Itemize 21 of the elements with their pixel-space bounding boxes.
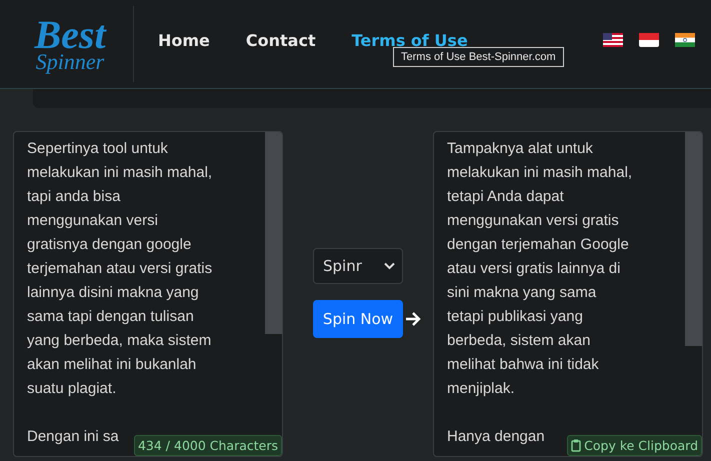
character-counter: 434 / 4000 Characters bbox=[134, 435, 282, 456]
chevron-down-icon bbox=[384, 262, 395, 270]
input-paragraph: Dengan ini sa bbox=[27, 427, 119, 447]
spinner-select[interactable]: Spinr bbox=[313, 248, 403, 284]
spin-now-button[interactable]: Spin Now bbox=[313, 300, 403, 338]
nav-link[interactable]: Home bbox=[158, 30, 210, 50]
copy-to-clipboard-button[interactable]: Copy ke Clipboard bbox=[567, 435, 702, 456]
input-text-area[interactable] bbox=[13, 131, 283, 457]
output-paragraph: Hanya dengan bbox=[447, 427, 545, 447]
india-flag-icon[interactable] bbox=[675, 33, 695, 47]
output-text-area[interactable] bbox=[433, 131, 703, 457]
output-paragraph: Tampaknya alat untuk melakukan ini masih mahal, tetapi Anda dapat menggunakan versi gratis dengan terjemahan Google atau versi gratis lainnya di sini makna yang sama tetapi publikasi yang berbeda, sistem akan melihat bahwa ini tidak menjiplak. bbox=[447, 139, 632, 399]
tooltip: Terms of Use Best-Spinner.com bbox=[393, 47, 564, 67]
nav-link[interactable]: Terms of Use bbox=[352, 30, 468, 50]
indonesia-flag-icon[interactable] bbox=[639, 33, 659, 47]
nav-link[interactable]: Contact bbox=[246, 30, 316, 50]
us-flag-icon[interactable] bbox=[603, 33, 623, 47]
clipboard-icon bbox=[571, 439, 582, 452]
logo[interactable]: Best Spinner bbox=[10, 15, 130, 73]
arrow-right-icon bbox=[405, 312, 421, 326]
input-paragraph: Sepertinya tool untuk melakukan ini masih mahal, tapi anda bisa menggunakan versi gratisnya dengan google terjemahan atau versi gratis lainnya disini makna yang sama tapi dengan tulisan yang berbeda, maka sistem akan melihat ini bukanlah suatu plagiat. bbox=[27, 139, 212, 399]
